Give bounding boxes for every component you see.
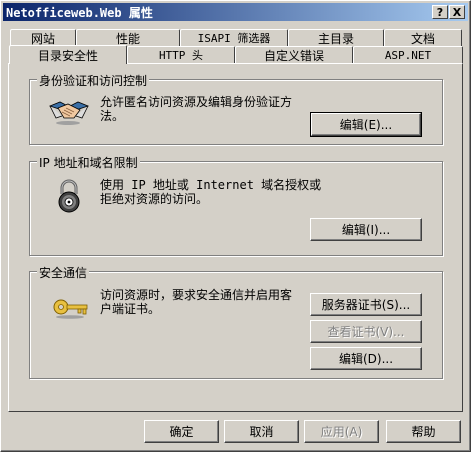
tab-isapi-filters[interactable]: ISAPI 筛选器 [180, 29, 288, 46]
group-title-auth: 身份验证和访问控制 [37, 72, 150, 89]
tab-http-headers[interactable]: HTTP 头 [127, 46, 235, 63]
view-certificate-button[interactable]: 查看证书(V)... [310, 320, 422, 343]
group-title-secure: 安全通信 [37, 264, 90, 281]
padlock-icon [58, 179, 80, 213]
help-footer-button[interactable]: 帮助 [386, 420, 461, 443]
ip-domain-group: IP 地址和域名限制 使用 IP 地址或 Internet 域名授权或 拒绝对资… [29, 154, 443, 256]
apply-button[interactable]: 应用(A) [304, 420, 379, 443]
properties-dialog: Netofficeweb.Web 属性 ? X 网站 性能 ISAPI 筛选器 … [0, 0, 471, 452]
handshake-icon [48, 101, 90, 125]
auth-description-line1: 允许匿名访问资源及编辑身份验证方 [100, 95, 293, 109]
tab-panel: 身份验证和访问控制 允许匿名访问资源及编辑身份验证方 法。 编辑(E)... I… [8, 63, 463, 412]
auth-access-group: 身份验证和访问控制 允许匿名访问资源及编辑身份验证方 法。 编辑(E)... [29, 72, 443, 145]
ip-description-line2: 拒绝对资源的访问。 [100, 192, 209, 206]
server-certificate-button[interactable]: 服务器证书(S)... [310, 293, 422, 316]
tab-directory-security[interactable]: 目录安全性 [9, 45, 127, 64]
secure-description-line1: 访问资源时，要求安全通信并启用客 [100, 288, 293, 302]
tab-documents[interactable]: 文档 [384, 29, 462, 46]
title-bar[interactable]: Netofficeweb.Web 属性 ? X [3, 3, 468, 21]
auth-description-line2: 法。 [100, 109, 125, 123]
ok-button[interactable]: 确定 [144, 420, 219, 443]
window-title: Netofficeweb.Web 属性 [6, 6, 153, 20]
tab-aspnet[interactable]: ASP.NET [353, 46, 463, 63]
secure-edit-button[interactable]: 编辑(D)... [310, 347, 422, 370]
key-icon [53, 299, 88, 319]
close-button[interactable]: X [449, 5, 465, 19]
auth-edit-button[interactable]: 编辑(E)... [310, 112, 422, 137]
group-title-ip: IP 地址和域名限制 [37, 154, 140, 171]
cancel-button[interactable]: 取消 [224, 420, 299, 443]
secure-communication-group: 安全通信 访问资源时，要求安全通信并启用客 户端证书。 服务器证书(S)... … [29, 264, 443, 379]
tab-website[interactable]: 网站 [10, 29, 76, 46]
tab-home-directory[interactable]: 主目录 [288, 29, 384, 46]
tab-custom-errors[interactable]: 自定义错误 [235, 46, 353, 63]
tab-performance[interactable]: 性能 [76, 29, 180, 46]
help-button[interactable]: ? [432, 5, 448, 19]
ip-edit-button[interactable]: 编辑(I)... [310, 218, 422, 241]
secure-description-line2: 户端证书。 [100, 302, 161, 316]
ip-description-line1: 使用 IP 地址或 Internet 域名授权或 [100, 178, 322, 192]
